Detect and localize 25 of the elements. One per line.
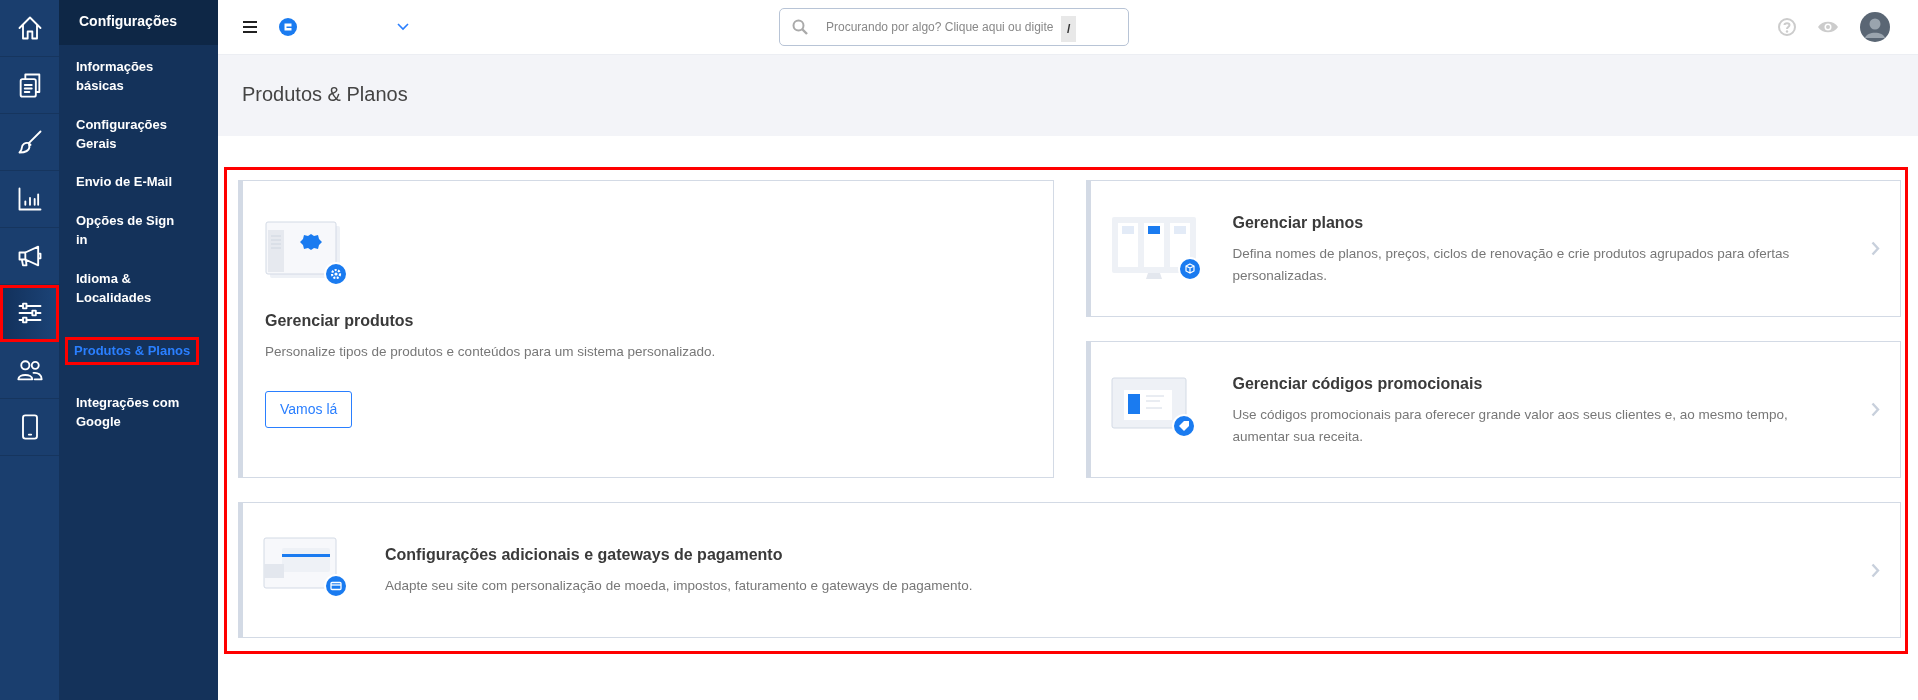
card-description: Defina nomes de planos, preços, ciclos de renovação e crie produtos agrupados para ofertas personalizadas. (1232, 244, 1791, 285)
menu-item[interactable]: Configurações Gerais (59, 115, 184, 154)
menu-item[interactable]: Opções de Sign in (59, 212, 184, 250)
menu-icon[interactable] (243, 21, 257, 33)
card-description: Adapte seu site com personalização de moeda, impostos, faturamento e gateways de pagamento. (385, 577, 974, 596)
chevron-down-icon[interactable] (397, 23, 409, 31)
card-description: Personalize tipos de produtos e conteúdos para um sistema personalizado. (265, 343, 717, 361)
menu-item[interactable]: Integrações com Google (59, 394, 184, 433)
card-title: Configurações adicionais e gateways de pagamento (385, 545, 784, 566)
card-background[interactable]: Gerenciar planos Defina nomes de planos, preços, ciclos de renovação e crie produtos agrupados para ofertas personalizadas. (1085, 180, 1901, 317)
card-title: Gerenciar planos (1232, 212, 1365, 233)
go-button[interactable]: Vamos lá (265, 390, 353, 428)
page-title: Produtos & Planos (242, 83, 408, 105)
menu-item[interactable]: Informações básicas (59, 58, 184, 96)
card-background[interactable]: Gerenciar códigos promocionais Use códigos promocionais para oferecer grande valor aos seus clientes e, ao mesmo tempo, aumentar sua receita. (1085, 341, 1901, 478)
card-description: Use códigos promocionais para oferecer grande valor aos seus clientes e, ao mesmo tempo, aumentar sua receita. (1232, 405, 1789, 446)
menu-title: Configurações (59, 0, 218, 45)
menu-item[interactable]: Envio de E-Mail (59, 173, 184, 193)
card-title: Gerenciar produtos (265, 311, 415, 331)
menu-item[interactable]: Idioma & Localidades (59, 269, 184, 308)
card-background[interactable]: Configurações adicionais e gateways de pagamento Adapte seu site com personalização de moeda, impostos, faturamento e gateways de pagamento. (238, 502, 1901, 638)
logo-icon[interactable] (279, 18, 297, 36)
card-title: Gerenciar códigos promocionais (1232, 373, 1484, 394)
avatar[interactable] (1860, 12, 1890, 42)
shortcut-key: / (1061, 16, 1077, 42)
